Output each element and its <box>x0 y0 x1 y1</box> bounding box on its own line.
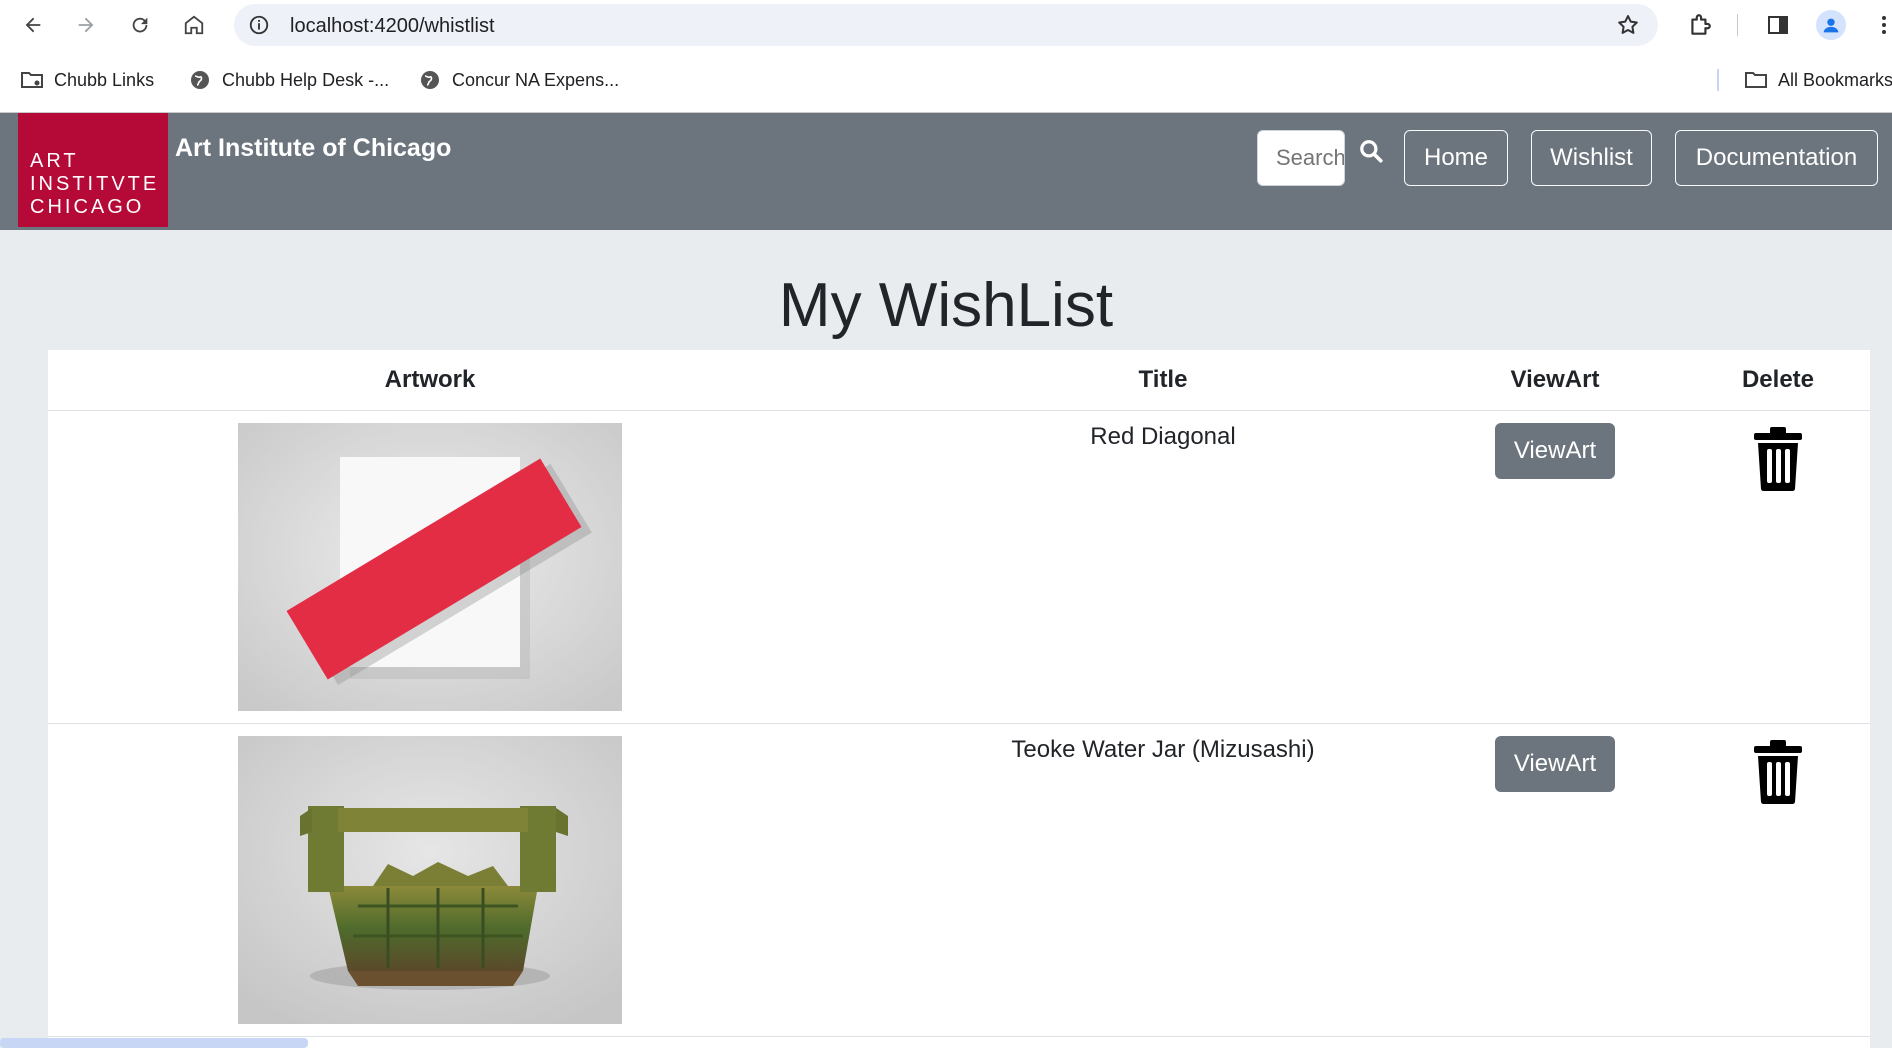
folder-icon <box>1745 72 1767 88</box>
info-icon[interactable] <box>248 14 270 36</box>
globe-icon <box>421 71 439 89</box>
address-row: localhost:4200/whistlist <box>0 0 1892 50</box>
toolbar-divider <box>1737 14 1738 36</box>
back-icon[interactable] <box>17 9 49 41</box>
artwork-title: Teoke Water Jar (Mizusashi) <box>1011 736 1315 763</box>
table-header: Artwork Title ViewArt Delete <box>48 350 1870 411</box>
wishlist-button[interactable]: Wishlist <box>1531 130 1652 186</box>
address-bar[interactable]: localhost:4200/whistlist <box>234 4 1658 46</box>
logo-line: ART <box>30 150 79 172</box>
bookmark-label: Chubb Links <box>54 69 155 90</box>
app-navbar: ART INSTITVTE CHICAGO Art Institute of C… <box>0 113 1892 230</box>
home-button[interactable]: Home <box>1404 130 1508 186</box>
table-row: Teoke Water Jar (Mizusashi) ViewArt <box>48 724 1870 1037</box>
logo-line: CHICAGO <box>30 196 145 218</box>
bookmark-star-icon[interactable] <box>1616 13 1640 37</box>
forward-icon[interactable] <box>70 9 102 41</box>
all-bookmarks-label: All Bookmarks <box>1778 69 1892 90</box>
logo-line: INSTITVTE <box>30 173 160 195</box>
url-text[interactable]: localhost:4200/whistlist <box>290 15 495 38</box>
home-icon[interactable] <box>178 9 210 41</box>
search-icon[interactable] <box>1358 138 1384 164</box>
bookmark-label: Concur NA Expens... <box>452 69 620 90</box>
aic-logo[interactable]: ART INSTITVTE CHICAGO <box>18 113 168 227</box>
documentation-button[interactable]: Documentation <box>1675 130 1878 186</box>
wishlist-table: Artwork Title ViewArt Delete Red Diagona… <box>48 350 1870 1048</box>
brand-title[interactable]: Art Institute of Chicago <box>175 134 451 163</box>
globe-icon <box>191 71 209 89</box>
bookmark-chubb-links[interactable]: Chubb Links <box>20 62 154 98</box>
viewart-button[interactable]: ViewArt <box>1495 736 1615 792</box>
artwork-image-teoke-water-jar <box>238 736 622 1024</box>
horizontal-scrollbar[interactable] <box>0 1038 308 1048</box>
bookmark-concur[interactable]: Concur NA Expens... <box>418 62 619 98</box>
artwork-title: Red Diagonal <box>1090 423 1236 450</box>
profile-avatar-icon[interactable] <box>1816 10 1846 40</box>
menu-kebab-icon[interactable] <box>1870 11 1892 39</box>
reload-icon[interactable] <box>124 9 156 41</box>
all-bookmarks[interactable]: All Bookmarks <box>1744 62 1892 98</box>
column-artwork: Artwork <box>384 366 476 393</box>
search-input[interactable] <box>1257 130 1345 186</box>
artwork-image-red-diagonal <box>238 423 622 711</box>
side-panel-icon[interactable] <box>1764 11 1792 39</box>
page-title: My WishList <box>778 271 1114 340</box>
bookmarks-bar: Chubb Links Chubb Help Desk -... Concur … <box>0 62 1892 98</box>
table-row: Red Diagonal ViewArt <box>48 411 1870 724</box>
bookmark-label: Chubb Help Desk -... <box>222 69 390 90</box>
column-delete: Delete <box>1741 366 1815 393</box>
trash-icon[interactable] <box>1752 427 1804 491</box>
bookmarks-divider <box>1717 69 1719 91</box>
column-title: Title <box>1138 366 1188 393</box>
trash-icon[interactable] <box>1752 740 1804 804</box>
column-viewart: ViewArt <box>1510 366 1600 393</box>
extensions-icon[interactable] <box>1686 11 1714 39</box>
browser-chrome: localhost:4200/whistlist Chubb Links Chu… <box>0 0 1892 113</box>
folder-icon <box>21 72 43 88</box>
bookmark-chubb-help-desk[interactable]: Chubb Help Desk -... <box>188 62 389 98</box>
viewart-button[interactable]: ViewArt <box>1495 423 1615 479</box>
